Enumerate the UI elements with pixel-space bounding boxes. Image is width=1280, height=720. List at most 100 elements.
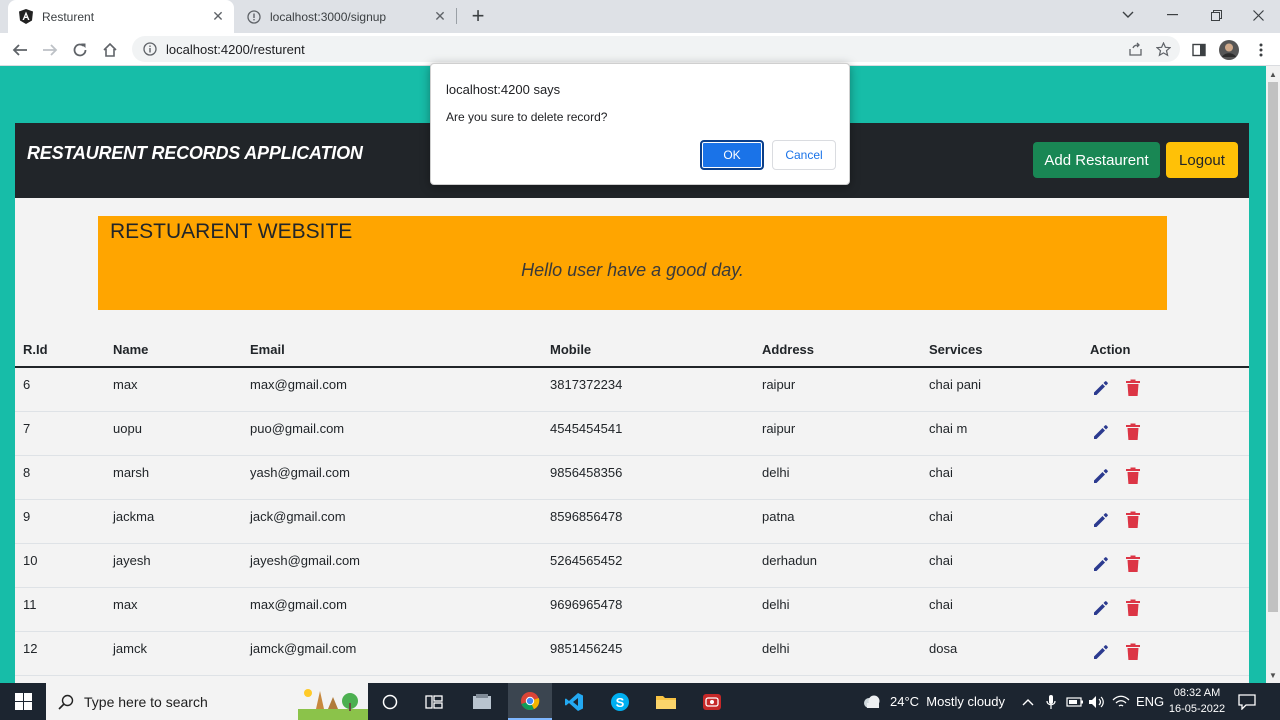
taskbar: Type here to search S 24°C Mostly cloudy bbox=[0, 683, 1280, 720]
cell-email: jack@gmail.com bbox=[250, 509, 346, 524]
task-view-icon[interactable] bbox=[368, 683, 412, 720]
windows-start-icon[interactable] bbox=[0, 683, 46, 720]
tab-resturent[interactable]: Resturent ✕ bbox=[8, 0, 234, 33]
widgets-icon[interactable] bbox=[412, 683, 456, 720]
dialog-message: Are you sure to delete record? bbox=[446, 110, 608, 124]
table-body: 6 max max@gmail.com 3817372234 raipur chai pa… bbox=[15, 368, 1249, 676]
cancel-button[interactable]: Cancel bbox=[772, 140, 836, 170]
cell-services: chai bbox=[929, 509, 953, 524]
cell-name: max bbox=[113, 597, 138, 612]
cell-rid: 8 bbox=[23, 465, 31, 480]
page-scrollbar[interactable]: ▲ ▼ bbox=[1266, 66, 1280, 683]
cell-rid: 7 bbox=[23, 421, 31, 436]
vscode-icon[interactable] bbox=[552, 683, 596, 720]
angular-icon bbox=[18, 9, 34, 25]
skype-icon[interactable]: S bbox=[598, 683, 642, 720]
menu-dots-icon[interactable] bbox=[1248, 37, 1274, 63]
cell-mobile: 5264565452 bbox=[550, 553, 623, 568]
tab-signup[interactable]: localhost:3000/signup ✕ bbox=[236, 0, 456, 33]
folder-icon[interactable] bbox=[644, 683, 688, 720]
jumbotron-subtitle: Hello user have a good day. bbox=[521, 260, 744, 280]
file-manager-icon[interactable] bbox=[460, 683, 504, 720]
svg-text:S: S bbox=[616, 695, 625, 710]
scroll-up-icon[interactable]: ▲ bbox=[1266, 67, 1280, 81]
cell-address: raipur bbox=[762, 377, 796, 392]
add-restaurent-button[interactable]: Add Restaurent bbox=[1033, 142, 1160, 178]
delete-icon[interactable] bbox=[1122, 641, 1144, 663]
scrollbar-thumb[interactable] bbox=[1268, 82, 1278, 612]
minimize-icon[interactable] bbox=[1152, 0, 1192, 30]
taskbar-search[interactable]: Type here to search bbox=[46, 683, 368, 720]
cell-name: max bbox=[113, 377, 138, 392]
edit-icon[interactable] bbox=[1090, 421, 1112, 443]
weather-widget[interactable]: 24°C Mostly cloudy bbox=[862, 683, 1005, 720]
chevron-down-icon[interactable] bbox=[1108, 0, 1148, 30]
screen-recorder-icon[interactable] bbox=[690, 683, 734, 720]
cloud-icon bbox=[862, 695, 882, 709]
site-info-icon[interactable] bbox=[142, 41, 158, 57]
delete-icon[interactable] bbox=[1122, 597, 1144, 619]
home-icon[interactable] bbox=[97, 37, 123, 63]
logout-button[interactable]: Logout bbox=[1166, 142, 1238, 178]
delete-icon[interactable] bbox=[1122, 377, 1144, 399]
edit-icon[interactable] bbox=[1090, 377, 1112, 399]
cell-address: delhi bbox=[762, 641, 790, 656]
cell-address: delhi bbox=[762, 597, 790, 612]
cell-services: chai pani bbox=[929, 377, 982, 392]
battery-icon[interactable] bbox=[1066, 683, 1084, 720]
edit-icon[interactable] bbox=[1090, 553, 1112, 575]
close-icon[interactable]: ✕ bbox=[210, 8, 226, 25]
brand-title[interactable]: RESTAURENT RECORDS APPLICATION bbox=[27, 143, 363, 164]
restore-icon[interactable] bbox=[1196, 0, 1236, 30]
language-indicator[interactable]: ENG bbox=[1136, 683, 1164, 720]
avatar[interactable] bbox=[1216, 37, 1242, 63]
cell-services: chai bbox=[929, 465, 953, 480]
chrome-icon[interactable] bbox=[508, 683, 552, 720]
cell-email: jayesh@gmail.com bbox=[250, 553, 361, 568]
edit-icon[interactable] bbox=[1090, 641, 1112, 663]
close-icon[interactable]: ✕ bbox=[432, 8, 448, 25]
microphone-icon[interactable] bbox=[1046, 683, 1056, 720]
table-row: 10 jayesh jayesh@gmail.com 5264565452 derhad… bbox=[15, 544, 1249, 588]
tray-up-icon[interactable] bbox=[1022, 683, 1034, 720]
reload-icon[interactable] bbox=[67, 37, 93, 63]
scroll-down-icon[interactable]: ▼ bbox=[1266, 668, 1280, 682]
tab-title: localhost:3000/signup bbox=[270, 9, 387, 24]
notification-icon[interactable] bbox=[1238, 683, 1256, 720]
delete-icon[interactable] bbox=[1122, 421, 1144, 443]
edit-icon[interactable] bbox=[1090, 465, 1112, 487]
search-placeholder: Type here to search bbox=[84, 693, 208, 710]
address-bar[interactable]: localhost:4200/resturent bbox=[132, 36, 1180, 62]
window-close-icon[interactable] bbox=[1238, 0, 1278, 30]
cell-address: raipur bbox=[762, 421, 796, 436]
table-row: 7 uopu puo@gmail.com 4545454541 raipur chai m bbox=[15, 412, 1249, 456]
header-name: Name bbox=[113, 342, 149, 357]
delete-icon[interactable] bbox=[1122, 509, 1144, 531]
search-highlight-icon bbox=[298, 683, 368, 720]
cell-rid: 9 bbox=[23, 509, 31, 524]
edit-icon[interactable] bbox=[1090, 509, 1112, 531]
bookmark-star-icon[interactable] bbox=[1152, 38, 1174, 60]
back-icon[interactable] bbox=[7, 37, 33, 63]
clock[interactable]: 08:32 AM 16-05-2022 bbox=[1168, 685, 1226, 717]
forward-icon[interactable] bbox=[37, 37, 63, 63]
table-row: 11 max max@gmail.com 9696965478 delhi chai bbox=[15, 588, 1249, 632]
delete-icon[interactable] bbox=[1122, 553, 1144, 575]
records-table: R.Id Name Email Mobile Address Services … bbox=[15, 333, 1249, 676]
ok-button[interactable]: OK bbox=[700, 140, 764, 170]
cell-mobile: 9696965478 bbox=[550, 597, 623, 612]
delete-icon[interactable] bbox=[1122, 465, 1144, 487]
cell-name: marsh bbox=[113, 465, 150, 480]
new-tab-icon[interactable]: + bbox=[466, 3, 490, 28]
wifi-icon[interactable] bbox=[1112, 683, 1130, 720]
edit-icon[interactable] bbox=[1090, 597, 1112, 619]
table-row: 8 marsh yash@gmail.com 9856458356 delhi chai bbox=[15, 456, 1249, 500]
header-rid: R.Id bbox=[23, 342, 48, 357]
volume-icon[interactable] bbox=[1088, 683, 1106, 720]
cell-mobile: 9851456245 bbox=[550, 641, 623, 656]
share-icon[interactable] bbox=[1124, 38, 1146, 60]
tab-separator bbox=[456, 8, 457, 24]
side-panel-icon[interactable] bbox=[1186, 37, 1212, 63]
table-row: 9 jackma jack@gmail.com 8596856478 patna chai bbox=[15, 500, 1249, 544]
table-row: 12 jamck jamck@gmail.com 9851456245 delhi dos… bbox=[15, 632, 1249, 676]
